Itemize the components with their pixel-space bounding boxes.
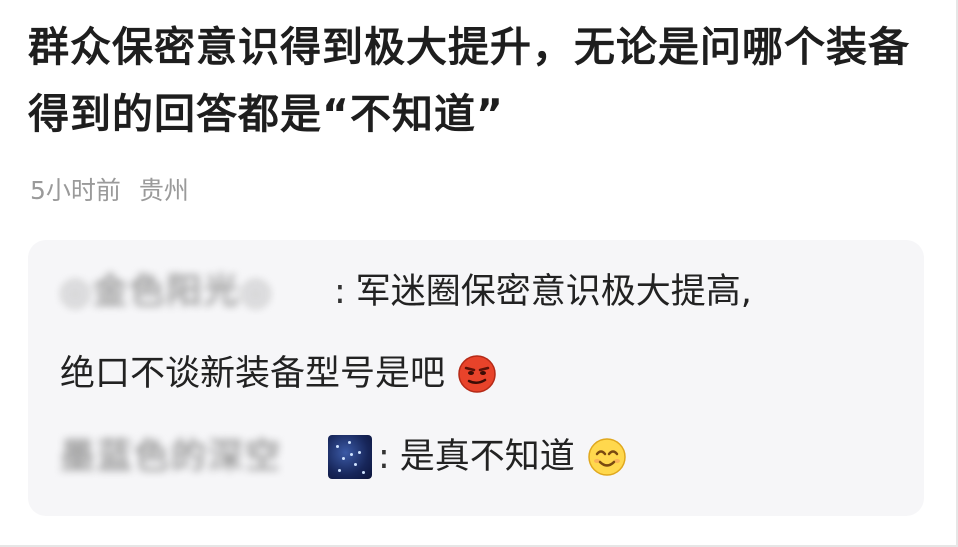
comment-2-text: 是真不知道	[399, 437, 575, 477]
smile-emoji-icon	[587, 437, 627, 477]
post-time: 5小时前	[30, 176, 121, 205]
post-meta: 5小时前 贵州	[30, 173, 189, 209]
comment-2-line: 墨蓝色的深空 : 是真不知道	[60, 435, 627, 479]
comment-1-text-line-1: 军迷圈保密意识极大提高,	[355, 272, 752, 312]
comment-preview-box[interactable]: ◎金色阳光◎ : 军迷圈保密意识极大提高, 绝口不谈新装备型号是吧 墨蓝色的深空	[28, 240, 924, 516]
smirk-emoji-icon	[457, 354, 497, 394]
comment-1-line-1: ◎金色阳光◎ : 军迷圈保密意识极大提高,	[60, 270, 752, 314]
post-title: 群众保密意识得到极大提升，无论是问哪个装备得到的回答都是“不知道”	[28, 23, 910, 138]
starry-sky-avatar	[328, 435, 372, 479]
comment-2-colon: :	[378, 437, 390, 477]
weibo-post-card[interactable]: 群众保密意识得到极大提升，无论是问哪个装备得到的回答都是“不知道” 5小时前 贵…	[0, 0, 958, 547]
comment-1-text-line-2: 绝口不谈新装备型号是吧	[60, 354, 446, 394]
comment-2-username[interactable]: 墨蓝色的深空	[60, 435, 322, 479]
post-location[interactable]: 贵州	[139, 173, 189, 209]
comment-1-colon: :	[334, 272, 346, 312]
comment-1-line-2: 绝口不谈新装备型号是吧	[60, 352, 497, 396]
comment-1-username[interactable]: ◎金色阳光◎	[60, 270, 328, 314]
